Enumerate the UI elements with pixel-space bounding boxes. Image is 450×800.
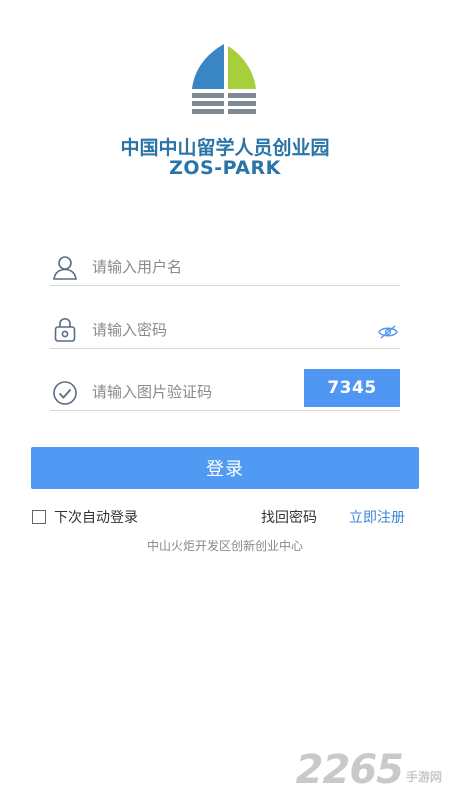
- footer-text: 中山火炬开发区创新创业中心: [146, 539, 303, 553]
- watermark-number: 2265: [295, 747, 404, 793]
- org-name-cn: 中国中山留学人员创业园: [120, 137, 330, 159]
- watermark: 2265 手游网: [296, 750, 442, 790]
- auto-login-checkbox[interactable]: [32, 510, 46, 524]
- username-input[interactable]: [92, 252, 332, 282]
- captcha-input[interactable]: [92, 377, 332, 407]
- lock-icon: [54, 317, 76, 342]
- user-icon: [53, 256, 77, 280]
- password-input[interactable]: [92, 315, 332, 345]
- forgot-password-link[interactable]: 找回密码: [261, 507, 317, 527]
- captcha-image-button[interactable]: 7345: [304, 369, 400, 407]
- auto-login-label: 下次自动登录: [54, 510, 138, 526]
- check-circle-icon: [53, 381, 77, 405]
- zos-park-logo-icon: [192, 44, 256, 114]
- auto-login-toggle[interactable]: 下次自动登录: [32, 507, 138, 527]
- password-field: [50, 313, 400, 349]
- username-field: [50, 250, 400, 286]
- login-button[interactable]: 登录: [31, 447, 419, 489]
- watermark-site: 手游网: [405, 770, 442, 784]
- register-link[interactable]: 立即注册: [349, 507, 405, 527]
- org-name-en: ZOS-PARK: [169, 157, 281, 179]
- show-password-eye-icon[interactable]: [378, 325, 398, 339]
